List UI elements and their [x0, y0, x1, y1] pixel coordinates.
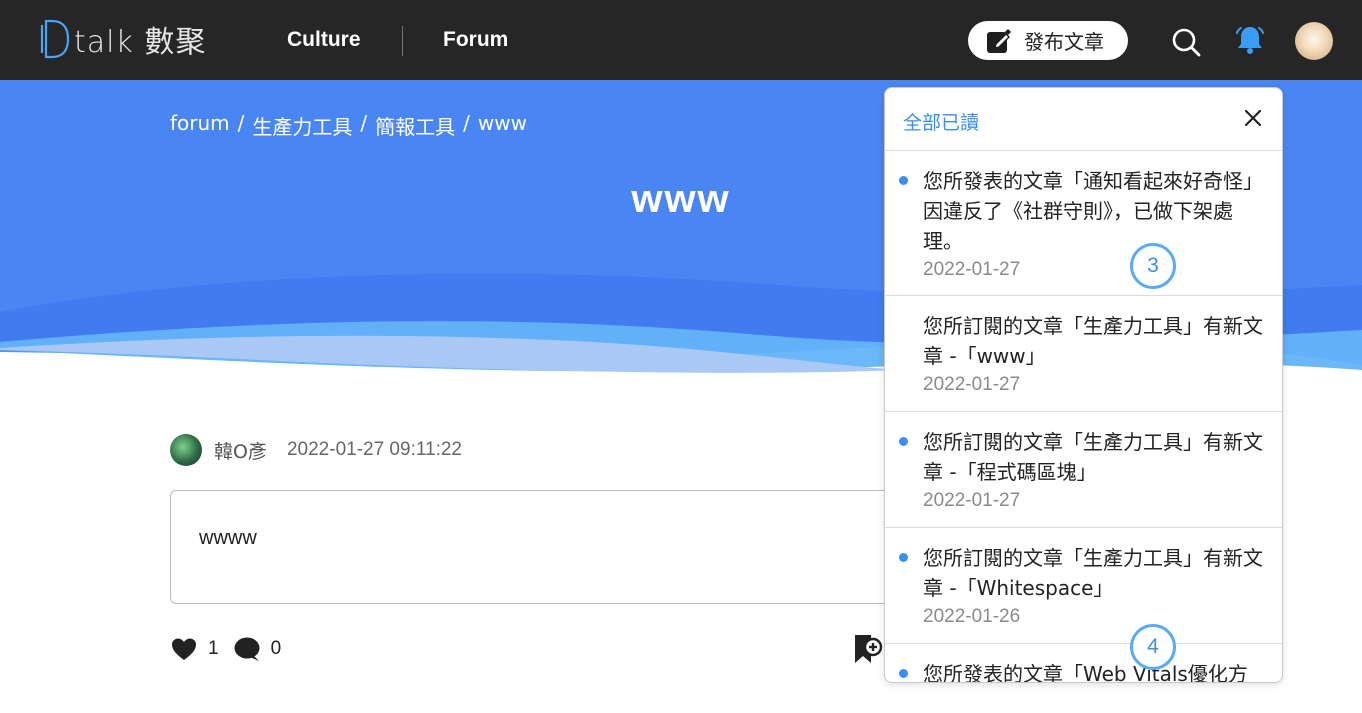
- notification-date: 2022-01-27: [923, 374, 1021, 395]
- logo-text: talk 數聚: [74, 25, 207, 60]
- breadcrumb-forum[interactable]: forum: [170, 111, 230, 140]
- post-body: wwww: [170, 490, 930, 604]
- notification-date: 2022-01-27: [923, 490, 1021, 511]
- notification-text: 您所發表的文章「通知看起來好奇怪」因違反了《社群守則》，已做下架處理。: [923, 169, 1263, 253]
- notification-item[interactable]: 您所發表的文章「通知看起來好奇怪」因違反了《社群守則》，已做下架處理。 2022…: [885, 151, 1282, 296]
- breadcrumb: forum / 生產力工具 / 簡報工具 / www: [170, 111, 527, 140]
- d-logo-icon: [40, 19, 70, 59]
- post-actions: 1 0: [170, 636, 281, 662]
- notification-item[interactable]: 您所訂閱的文章「生產力工具」有新文章 -「程式碼區塊」 2022-01-27: [885, 412, 1282, 528]
- breadcrumb-separator: /: [360, 111, 368, 135]
- notification-dropdown: 全部已讀 您所發表的文章「通知看起來好奇怪」因違反了《社群守則》，已做下架處理。…: [884, 87, 1283, 683]
- post-meta: 韓O彥 2022-01-27 09:11:22: [170, 434, 462, 466]
- user-avatar[interactable]: [1295, 22, 1333, 60]
- nav-culture[interactable]: Culture: [287, 28, 361, 52]
- breadcrumb-separator: /: [237, 111, 245, 135]
- annotation-badge: 3: [1130, 243, 1176, 289]
- notification-date: 2022-01-26: [923, 606, 1021, 627]
- publish-article-button[interactable]: 發布文章: [968, 21, 1128, 60]
- post-timestamp: 2022-01-27 09:11:22: [286, 439, 462, 460]
- unread-dot: [899, 669, 908, 678]
- author-avatar[interactable]: [170, 434, 202, 466]
- breadcrumb-current: www: [477, 111, 527, 135]
- publish-label: 發布文章: [1024, 30, 1104, 54]
- notification-item[interactable]: 您所發表的文章「Web Vitals優化方: [885, 644, 1282, 683]
- nav-divider: [402, 26, 403, 56]
- heart-icon[interactable]: [170, 636, 198, 662]
- breadcrumb-presentation-tools[interactable]: 簡報工具: [375, 111, 455, 140]
- mark-all-read-link[interactable]: 全部已讀: [903, 108, 979, 135]
- breadcrumb-separator: /: [463, 111, 470, 135]
- unread-dot: [899, 437, 908, 446]
- dtalk-logo[interactable]: talk 數聚: [40, 17, 206, 61]
- notification-text: 您所訂閱的文章「生產力工具」有新文章 -「www」: [923, 314, 1263, 368]
- notification-item[interactable]: 您所訂閱的文章「生產力工具」有新文章 -「www」 2022-01-27: [885, 296, 1282, 412]
- top-nav-bar: talk 數聚 Culture Forum 發布文章: [0, 0, 1362, 80]
- bookmark-add-icon[interactable]: [853, 633, 883, 665]
- notification-text: 您所訂閱的文章「生產力工具」有新文章 -「Whitespace」: [923, 546, 1263, 600]
- search-icon[interactable]: [1171, 27, 1201, 57]
- author-name[interactable]: 韓O彥: [214, 437, 267, 464]
- edit-icon: [987, 28, 1011, 53]
- close-icon[interactable]: [1242, 107, 1264, 129]
- notification-text: 您所發表的文章「Web Vitals優化方: [923, 662, 1248, 683]
- notification-item[interactable]: 您所訂閱的文章「生產力工具」有新文章 -「Whitespace」 2022-01…: [885, 528, 1282, 644]
- comment-count: 0: [270, 638, 282, 659]
- notification-text: 您所訂閱的文章「生產力工具」有新文章 -「程式碼區塊」: [923, 430, 1263, 484]
- notification-date: 2022-01-27: [923, 259, 1021, 280]
- notification-header: 全部已讀: [885, 88, 1282, 151]
- like-count: 1: [208, 638, 219, 659]
- nav-forum[interactable]: Forum: [443, 28, 508, 52]
- bell-icon[interactable]: [1234, 24, 1266, 56]
- annotation-badge: 4: [1130, 624, 1176, 670]
- comment-icon[interactable]: [233, 636, 261, 662]
- breadcrumb-productivity-tools[interactable]: 生產力工具: [252, 111, 352, 140]
- unread-dot: [899, 553, 908, 562]
- unread-dot: [899, 176, 908, 185]
